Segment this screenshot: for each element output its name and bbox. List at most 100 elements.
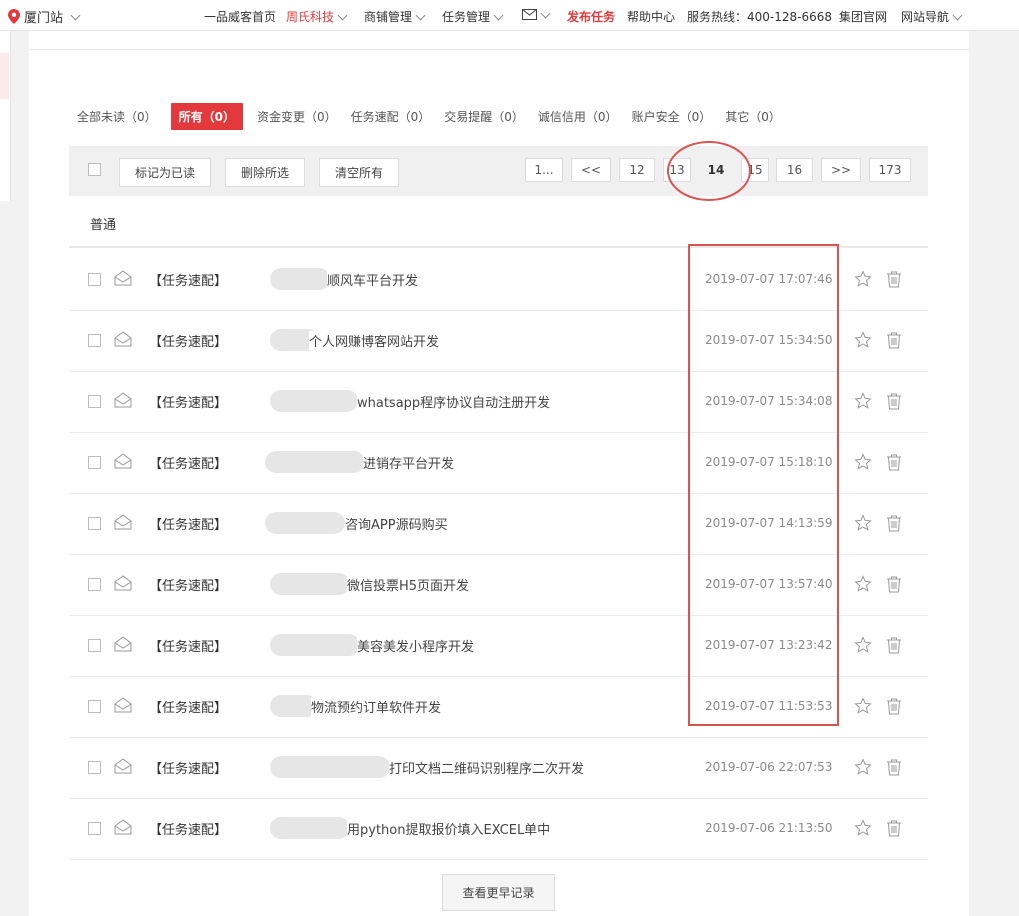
star-icon[interactable]	[854, 819, 872, 837]
message-tag: 【任务速配】	[149, 823, 228, 838]
chevron-down-icon	[70, 10, 81, 20]
page-prev[interactable]: <<	[571, 158, 611, 182]
envelope-open-icon	[114, 270, 132, 286]
trash-icon[interactable]	[885, 575, 903, 593]
nav-publish-task-label: 发布任务	[567, 10, 616, 24]
city-selector[interactable]: 厦门站	[8, 7, 83, 26]
message-title[interactable]: 打印文档二维码识别程序二次开发	[389, 758, 585, 777]
redacted-block	[270, 390, 358, 412]
nav-shop-owner-label: 周氏科技	[286, 10, 335, 24]
nav-task-manage-label: 任务管理	[442, 10, 491, 24]
tab-trade[interactable]: 交易提醒（0）	[444, 104, 524, 129]
tab-other[interactable]: 其它（0）	[725, 104, 781, 129]
nav-group-site[interactable]: 集团官网	[839, 8, 887, 25]
row-checkbox[interactable]	[88, 639, 101, 652]
nav-hotline: 服务热线：400-128-6668	[687, 8, 832, 25]
message-tag: 【任务速配】	[149, 762, 228, 777]
message-title[interactable]: 微信投票H5页面开发	[347, 575, 470, 594]
message-title[interactable]: 用python提取报价填入EXCEL单中	[347, 819, 551, 838]
row-checkbox[interactable]	[88, 578, 101, 591]
trash-icon[interactable]	[885, 453, 903, 471]
nav-publish-task[interactable]: 发布任务	[567, 8, 615, 25]
row-checkbox[interactable]	[88, 395, 101, 408]
select-all-checkbox[interactable]	[88, 163, 101, 176]
message-title[interactable]: whatsapp程序协议自动注册开发	[357, 392, 551, 411]
section-title: 普通	[90, 218, 117, 233]
message-row[interactable]: 【任务速配】 打印文档二维码识别程序二次开发 2019-07-06 22:07:53	[69, 737, 928, 799]
trash-icon[interactable]	[885, 514, 903, 532]
nav-help-center[interactable]: 帮助中心	[627, 8, 675, 25]
message-title[interactable]: 美容美发小程序开发	[357, 636, 475, 655]
redacted-block	[270, 817, 350, 839]
message-tag: 【任务速配】	[149, 335, 228, 350]
delete-selected-button[interactable]: 删除所选	[225, 158, 305, 187]
nav-messages[interactable]	[522, 8, 553, 20]
star-icon[interactable]	[854, 575, 872, 593]
row-checkbox[interactable]	[88, 822, 101, 835]
trash-icon[interactable]	[885, 819, 903, 837]
trash-icon[interactable]	[885, 636, 903, 654]
message-title[interactable]: 个人网赚博客网站开发	[309, 331, 440, 350]
nav-task-manage[interactable]: 任务管理	[442, 8, 506, 25]
tab-all-unread[interactable]: 全部未读（0）	[77, 104, 157, 129]
city-name: 厦门站	[24, 11, 64, 26]
envelope-open-icon	[114, 453, 132, 469]
envelope-open-icon	[114, 331, 132, 347]
row-checkbox[interactable]	[88, 517, 101, 530]
redacted-block	[270, 756, 390, 778]
nav-shop-owner[interactable]: 周氏科技	[286, 8, 350, 25]
divider	[29, 49, 969, 50]
message-title[interactable]: 进销存平台开发	[363, 453, 455, 472]
row-checkbox[interactable]	[88, 273, 101, 286]
message-title[interactable]: 顺风车平台开发	[327, 270, 419, 289]
page-16[interactable]: 16	[776, 158, 813, 182]
envelope-open-icon	[114, 697, 132, 713]
trash-icon[interactable]	[885, 270, 903, 288]
tab-security[interactable]: 账户安全（0）	[632, 104, 712, 129]
star-icon[interactable]	[854, 514, 872, 532]
row-checkbox[interactable]	[88, 700, 101, 713]
row-checkbox[interactable]	[88, 456, 101, 469]
clear-all-button[interactable]: 清空所有	[319, 158, 399, 187]
nav-home[interactable]: 一品威客首页	[204, 8, 276, 25]
view-earlier-button[interactable]: 查看更早记录	[442, 874, 555, 911]
star-icon[interactable]	[854, 636, 872, 654]
top-bar: 厦门站 一品威客首页 周氏科技 商铺管理 任务管理 发布任务 帮助中心 服务热线…	[0, 0, 1019, 31]
trash-icon[interactable]	[885, 758, 903, 776]
message-tag: 【任务速配】	[149, 640, 228, 655]
row-checkbox[interactable]	[88, 761, 101, 774]
message-panel: 全部未读（0） 所有（0） 资金变更（0） 任务速配（0） 交易提醒（0） 诚信…	[29, 31, 969, 916]
tab-credit[interactable]: 诚信信用（0）	[538, 104, 618, 129]
trash-icon[interactable]	[885, 697, 903, 715]
annotation-circle	[667, 141, 751, 201]
toolbar: 标记为已读 删除所选 清空所有 1... << 12 13 14 15 16 >…	[69, 146, 928, 196]
envelope-open-icon	[114, 392, 132, 408]
tab-task-match[interactable]: 任务速配（0）	[351, 104, 431, 129]
redacted-block	[270, 634, 360, 656]
trash-icon[interactable]	[885, 331, 903, 349]
redacted-block	[265, 512, 345, 534]
message-row[interactable]: 【任务速配】 用python提取报价填入EXCEL单中 2019-07-06 21:…	[69, 798, 928, 860]
star-icon[interactable]	[854, 697, 872, 715]
message-time: 2019-07-06 22:07:53	[705, 760, 833, 774]
star-icon[interactable]	[854, 270, 872, 288]
tab-funds[interactable]: 资金变更（0）	[257, 104, 337, 129]
page-first[interactable]: 1...	[525, 158, 563, 182]
page-last[interactable]: 173	[869, 158, 911, 182]
message-title[interactable]: 物流预约订单软件开发	[311, 697, 442, 716]
nav-home-label: 一品威客首页	[204, 10, 277, 24]
star-icon[interactable]	[854, 392, 872, 410]
message-title[interactable]: 咨询APP源码购买	[345, 514, 448, 533]
nav-shop-manage[interactable]: 商铺管理	[364, 8, 428, 25]
star-icon[interactable]	[854, 453, 872, 471]
nav-site-map[interactable]: 网站导航	[901, 8, 965, 25]
star-icon[interactable]	[854, 331, 872, 349]
page-next[interactable]: >>	[821, 158, 861, 182]
trash-icon[interactable]	[885, 392, 903, 410]
tab-all[interactable]: 所有（0）	[170, 102, 243, 130]
star-icon[interactable]	[854, 758, 872, 776]
page-12[interactable]: 12	[619, 158, 655, 182]
message-tag: 【任务速配】	[149, 701, 228, 716]
row-checkbox[interactable]	[88, 334, 101, 347]
mark-read-button[interactable]: 标记为已读	[119, 158, 211, 187]
